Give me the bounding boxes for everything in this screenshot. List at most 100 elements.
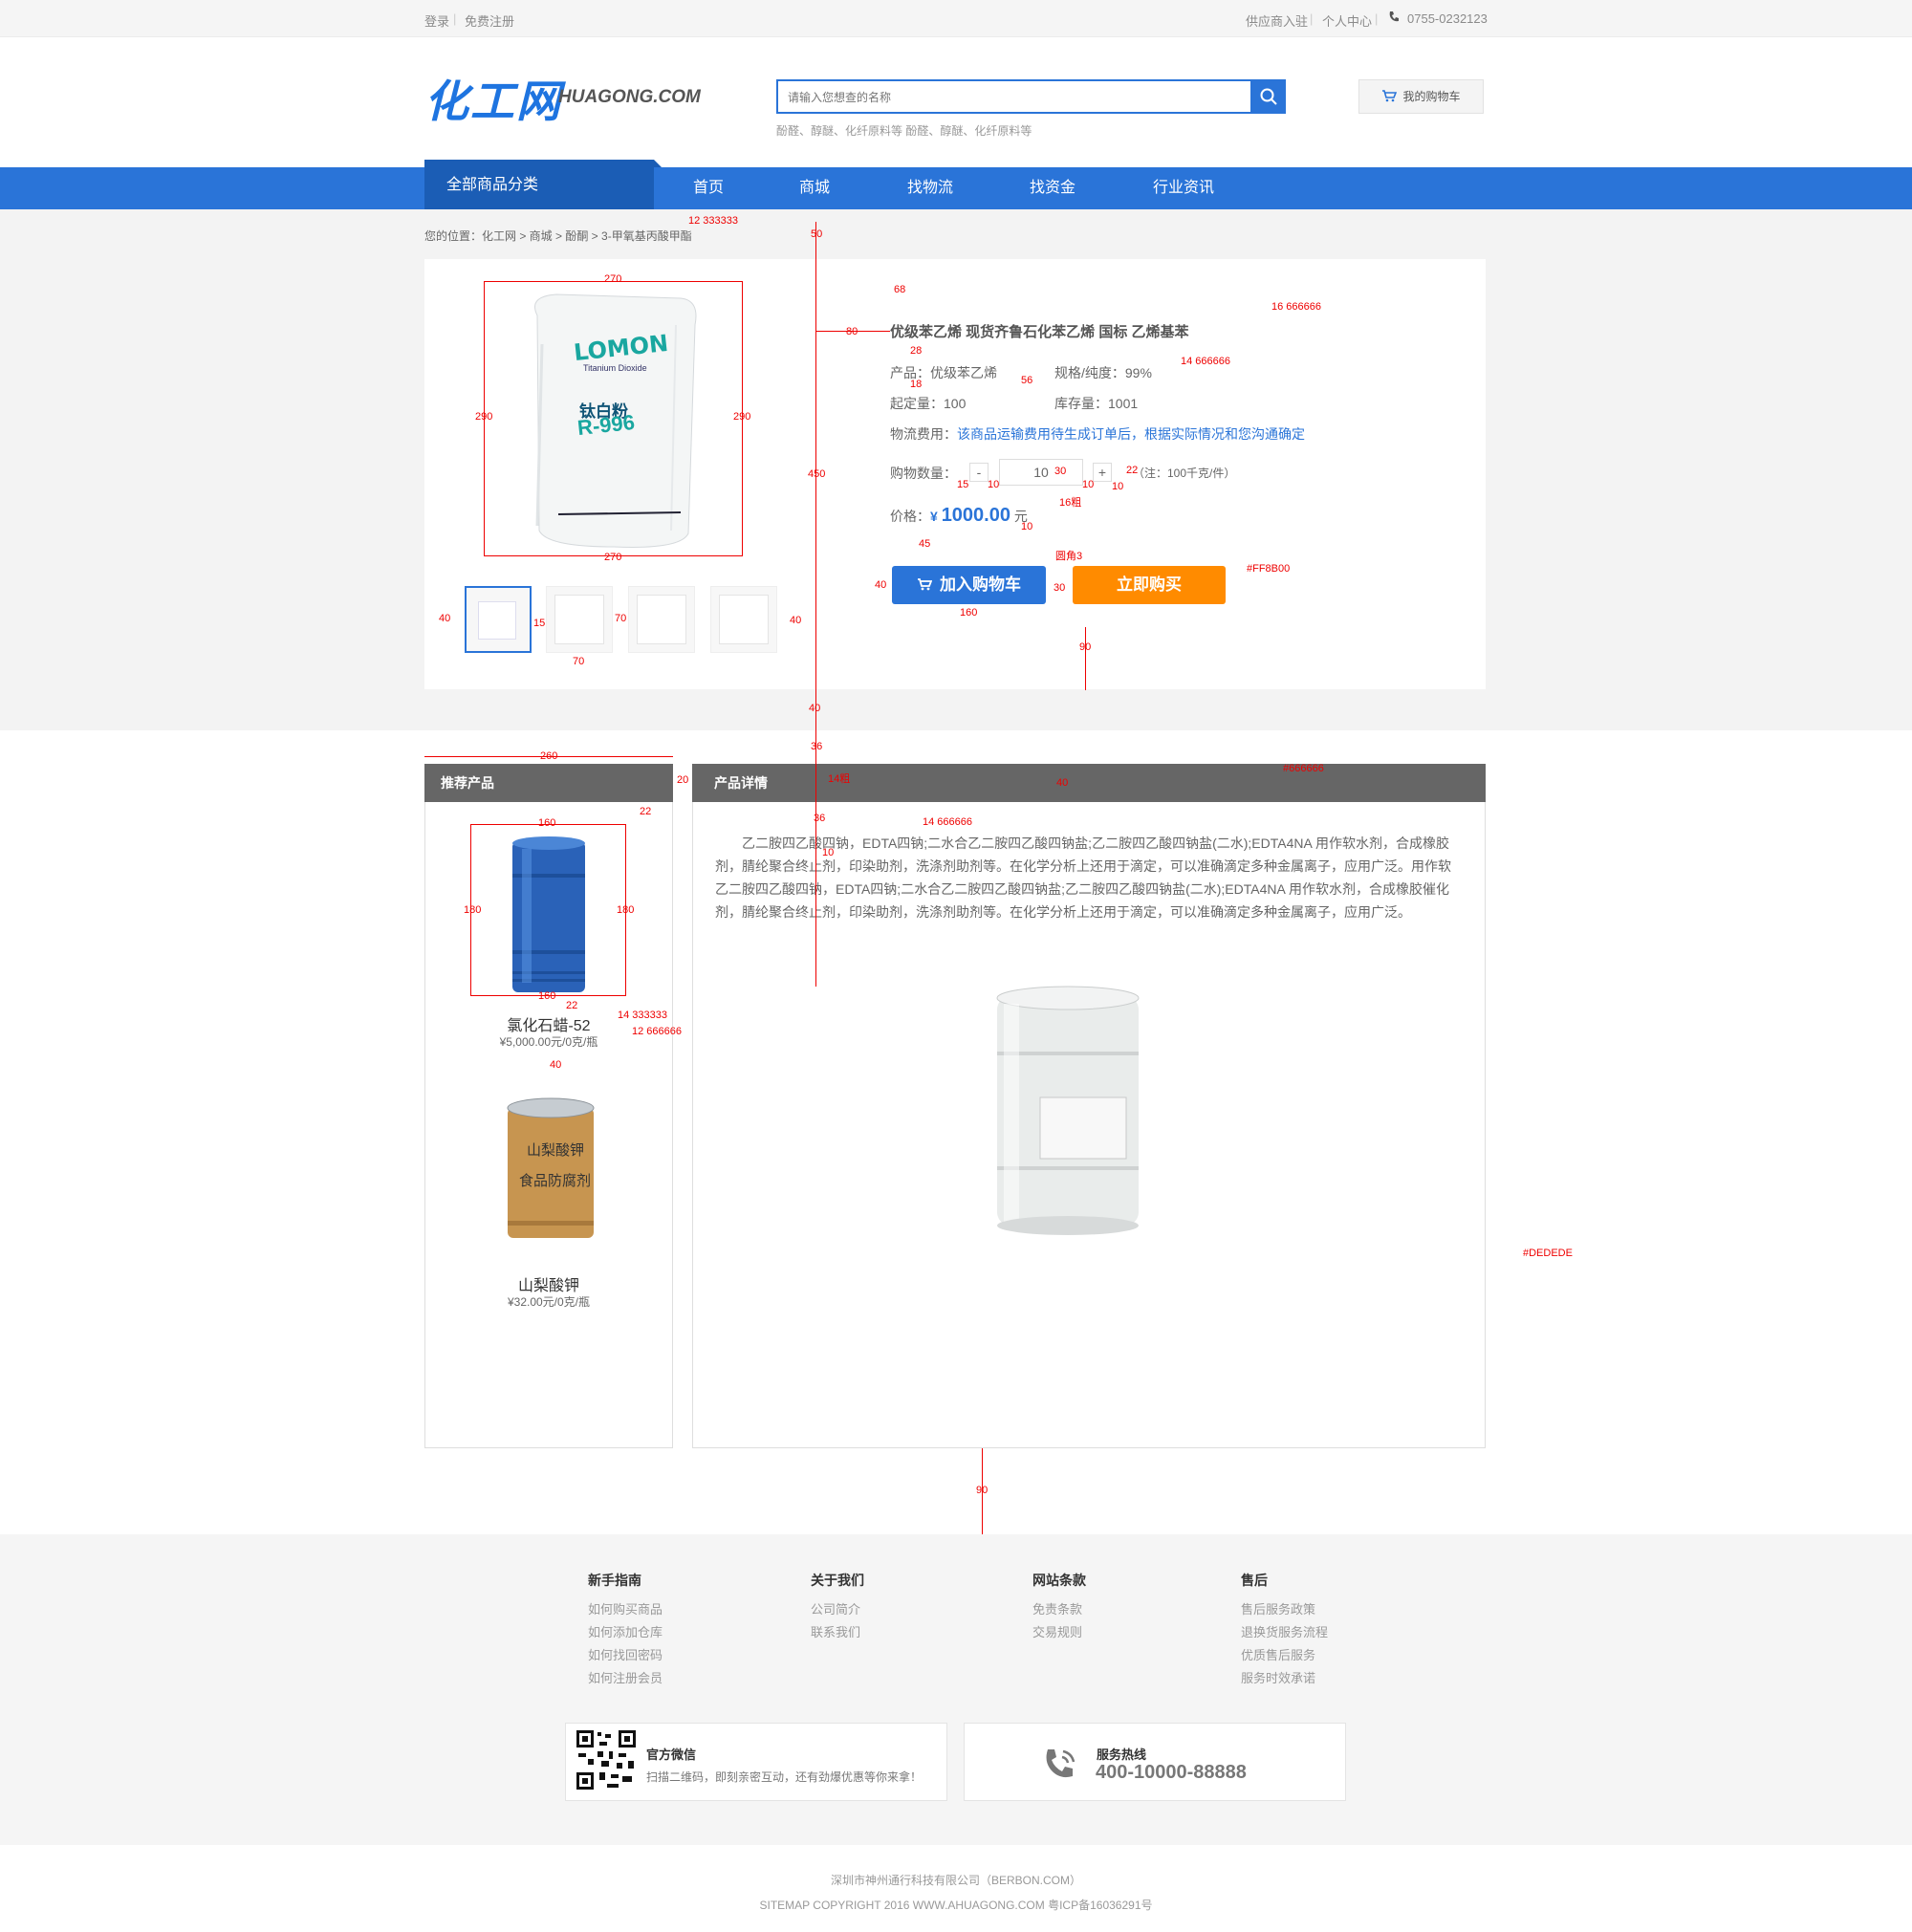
add-to-cart-button[interactable]: 加入购物车 <box>892 566 1046 604</box>
quantity-input[interactable]: 10 <box>999 459 1083 486</box>
annotation: 450 <box>808 468 826 480</box>
phone-number: 0755-0232123 <box>1407 11 1488 26</box>
quantity-minus-button[interactable]: - <box>969 463 989 482</box>
annotation: 10 <box>1021 521 1033 532</box>
company-name: 深圳市神州通行科技有限公司（BERBON.COM） <box>830 1874 1081 1887</box>
footer-link[interactable]: 退换货服务流程 <box>1241 1622 1328 1640</box>
add-to-cart-label: 加入购物车 <box>940 575 1021 594</box>
annotation: 290 <box>475 411 493 423</box>
annotation: 10 <box>822 847 835 858</box>
annotation: #DEDEDE <box>1523 1248 1573 1259</box>
login-link[interactable]: 登录 <box>424 11 449 30</box>
footer-link[interactable]: 售后服务政策 <box>1241 1599 1315 1617</box>
logo-chinese[interactable]: 化工网 <box>424 67 562 130</box>
my-cart-button[interactable]: 我的购物车 <box>1358 79 1484 114</box>
annotation: 40 <box>809 703 821 714</box>
hotline-title: 服务热线 <box>1097 1747 1147 1762</box>
footer-link[interactable]: 免责条款 <box>1032 1599 1082 1617</box>
annotation: 45 <box>919 538 931 550</box>
annotation: 90 <box>1079 641 1092 653</box>
annotation: 30 <box>1054 582 1066 594</box>
product-title: 优级苯乙烯 现货齐鲁石化苯乙烯 国标 乙烯基苯 <box>890 324 1189 340</box>
annotation: 40 <box>875 579 887 591</box>
nav-finance[interactable]: 找资金 <box>1024 167 1081 209</box>
annotation: 180 <box>464 904 482 916</box>
shipping-text[interactable]: 该商品运输费用待生成订单后，根据实际情况和您沟通确定 <box>957 426 1305 442</box>
supplier-link[interactable]: 供应商入驻 <box>1246 11 1308 30</box>
annotation: 22 <box>1126 465 1139 476</box>
annotation: 36 <box>811 741 823 752</box>
product-detail-title: 产品详情 <box>692 764 1486 802</box>
price-value: 1000.00 <box>941 505 1010 526</box>
annotation: 22 <box>640 806 652 817</box>
annotation: 16粗 <box>1059 497 1082 509</box>
annotation: 270 <box>604 273 622 285</box>
annotation: 12 666666 <box>632 1026 682 1037</box>
recommend-item-name[interactable]: 山梨酸钾 <box>424 1272 673 1295</box>
hotline-number[interactable]: 400-10000-88888 <box>1096 1762 1247 1784</box>
product-detail-text: 乙二胺四乙酸四钠，EDTA四钠;二水合乙二胺四乙酸四钠盐;乙二胺四乙酸四钠盐(二… <box>715 836 1451 920</box>
annotation: 30 <box>1054 466 1067 477</box>
drum-label-2: 食品防腐剂 <box>519 1173 592 1189</box>
annotation: 70 <box>573 656 585 667</box>
hot-keywords[interactable]: 酚醛、醇醚、化纤原料等 酚醛、醇醚、化纤原料等 <box>776 122 1032 139</box>
annotation: 290 <box>733 411 751 423</box>
footer-col-title: 关于我们 <box>811 1573 864 1588</box>
footer-link[interactable]: 如何找回密码 <box>588 1645 663 1663</box>
logo-english[interactable]: HUAGONG.COM <box>558 87 701 108</box>
register-link[interactable]: 免费注册 <box>465 11 514 30</box>
footer-col-title: 新手指南 <box>588 1573 641 1588</box>
personal-center-link[interactable]: 个人中心 <box>1322 11 1372 30</box>
annotation: 14 666666 <box>923 816 972 828</box>
cart-label: 我的购物车 <box>1402 90 1461 103</box>
thumbnail-2[interactable] <box>546 586 613 653</box>
nav-logistics[interactable]: 找物流 <box>902 167 959 209</box>
cart-icon <box>1382 90 1398 102</box>
footer-link[interactable]: 联系我们 <box>811 1622 860 1640</box>
footer-link[interactable]: 优质售后服务 <box>1241 1645 1315 1663</box>
nav-mall[interactable]: 商城 <box>795 167 834 209</box>
nav-home[interactable]: 首页 <box>681 167 736 209</box>
copyright: SITEMAP COPYRIGHT 2016 WWW.AHUAGONG.COM … <box>759 1899 1153 1912</box>
wechat-title: 官方微信 <box>646 1747 697 1762</box>
thumbnail-1[interactable] <box>465 586 532 653</box>
footer-link[interactable]: 如何添加仓库 <box>588 1622 663 1640</box>
annotation: 20 <box>677 774 689 786</box>
price-symbol: ¥ <box>930 509 938 524</box>
all-categories-button[interactable]: 全部商品分类 <box>424 160 654 209</box>
annotation: 40 <box>1056 777 1069 789</box>
phone-icon <box>1388 11 1400 27</box>
annotation: #FF8B00 <box>1247 563 1291 575</box>
thumbnail-4[interactable] <box>710 586 777 653</box>
recommend-title: 推荐产品 <box>424 764 673 802</box>
footer-link[interactable]: 如何注册会员 <box>588 1668 663 1686</box>
recommend-image-1[interactable] <box>511 836 587 996</box>
annotation: 14粗 <box>828 773 851 785</box>
footer-link[interactable]: 公司简介 <box>811 1599 860 1617</box>
search-icon <box>1260 88 1277 105</box>
product-min-order: 起定量：100 <box>890 396 967 411</box>
annotation: 260 <box>540 750 558 762</box>
qr-code-icon[interactable] <box>575 1728 638 1791</box>
product-detail-image <box>994 985 1141 1235</box>
annotation: 160 <box>538 990 556 1002</box>
footer-link[interactable]: 如何购买商品 <box>588 1599 663 1617</box>
price: 价格：¥ 1000.00 元 <box>890 505 1028 527</box>
annotation: 圆角3 <box>1055 551 1083 562</box>
guide-line <box>815 222 816 987</box>
annotation: 80 <box>846 326 858 337</box>
annotation: 40 <box>550 1059 562 1071</box>
quantity-plus-button[interactable]: + <box>1093 463 1112 482</box>
nav-corner <box>654 160 662 167</box>
annotation: 22 <box>566 1000 578 1011</box>
search-input[interactable] <box>788 88 1228 107</box>
thumbnail-3[interactable] <box>628 586 695 653</box>
nav-news[interactable]: 行业资讯 <box>1147 167 1220 209</box>
annotation: 160 <box>538 817 556 829</box>
breadcrumb[interactable]: 您的位置：化工网 > 商城 > 酚酮 > 3-甲氧基丙酸甲酯 <box>424 228 692 244</box>
recommend-image-2[interactable] <box>504 1096 598 1242</box>
search-button[interactable] <box>1250 79 1286 114</box>
buy-now-button[interactable]: 立即购买 <box>1073 566 1226 604</box>
footer-link[interactable]: 交易规则 <box>1032 1622 1082 1640</box>
footer-link[interactable]: 服务时效承诺 <box>1241 1668 1315 1686</box>
